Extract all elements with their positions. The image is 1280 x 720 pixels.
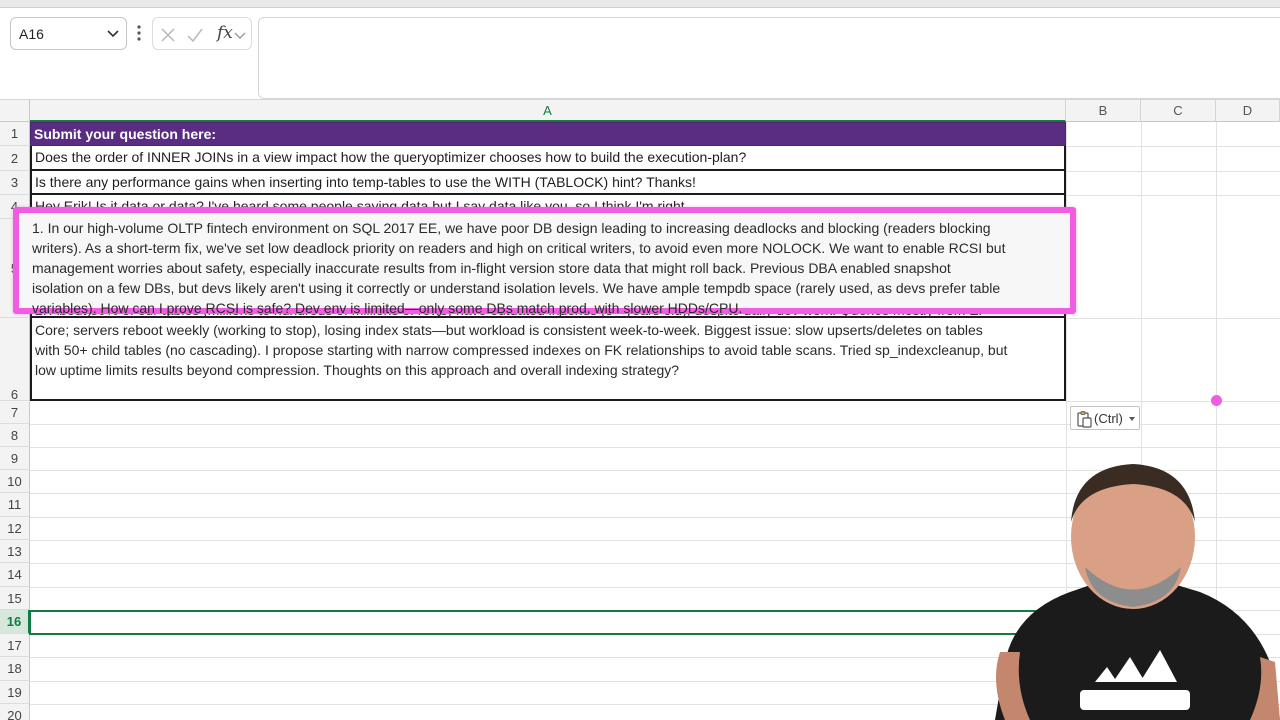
formula-actions: fx — [152, 17, 252, 50]
cell-a5-line: management worries about safety, especia… — [32, 260, 951, 276]
cell-a1[interactable]: Submit your question here: — [30, 122, 1066, 146]
row-header-6[interactable]: 6 — [0, 318, 30, 402]
row-header-8[interactable]: 8 — [0, 424, 30, 447]
row-header-19[interactable]: 19 — [0, 681, 30, 704]
more-options-icon[interactable] — [134, 22, 144, 44]
row-header-2[interactable]: 2 — [0, 146, 30, 171]
cell-a6-line: Core; servers reboot weekly (working to … — [35, 322, 983, 338]
chevron-down-icon[interactable] — [233, 28, 247, 42]
row-header-18[interactable]: 18 — [0, 657, 30, 681]
row-header-11[interactable]: 11 — [0, 493, 30, 517]
column-header-c[interactable]: C — [1141, 100, 1216, 122]
name-box-value: A16 — [19, 26, 44, 42]
row-header-14[interactable]: 14 — [0, 563, 30, 587]
clipboard-icon — [1077, 411, 1092, 428]
row-header-20[interactable]: 20 — [0, 704, 30, 720]
formula-area: A16 fx — [0, 8, 1280, 100]
check-icon[interactable] — [184, 24, 206, 46]
select-all-corner[interactable] — [0, 100, 30, 122]
row-header-12[interactable]: 12 — [0, 517, 30, 540]
cell-a3[interactable]: Is there any performance gains when inse… — [30, 171, 1066, 195]
selected-cell-a16[interactable] — [29, 610, 1039, 635]
chevron-down-icon — [1129, 417, 1135, 421]
formula-input[interactable] — [258, 17, 1280, 99]
cell-a2[interactable]: Does the order of INNER JOINs in a view … — [30, 146, 1066, 171]
name-box[interactable]: A16 — [10, 17, 127, 50]
row-header-10[interactable]: 10 — [0, 470, 30, 493]
column-header-d[interactable]: D — [1216, 100, 1280, 122]
column-header-b[interactable]: B — [1066, 100, 1141, 122]
highlighted-question-box: 1. In our high-volume OLTP fintech envir… — [13, 207, 1076, 316]
row-header-7[interactable]: 7 — [0, 401, 30, 424]
column-header-a[interactable]: A — [30, 100, 1066, 122]
cell-a5-line: isolation on a few DBs, but devs likely … — [32, 280, 1001, 296]
row-header-17[interactable]: 17 — [0, 634, 30, 657]
cell-a5-line: variables). How can I prove RCSI is safe… — [32, 300, 743, 316]
cell-a5-line: writers). As a short-term fix, we've set… — [32, 240, 1006, 256]
window-top-strip — [0, 0, 1280, 8]
row-header-15[interactable]: 15 — [0, 587, 30, 610]
chevron-down-icon[interactable] — [106, 26, 120, 40]
row-header-13[interactable]: 13 — [0, 540, 30, 563]
row-header-16[interactable]: 16 — [0, 610, 30, 634]
webcam-overlay — [995, 464, 1280, 720]
cursor-dot — [1211, 395, 1222, 406]
cell-a6-line: low uptime limits results beyond compres… — [35, 362, 680, 378]
row-header-9[interactable]: 9 — [0, 447, 30, 470]
cancel-icon[interactable] — [157, 24, 179, 46]
row-header-3[interactable]: 3 — [0, 171, 30, 195]
cell-a5-line: 1. In our high-volume OLTP fintech envir… — [32, 220, 991, 236]
paste-options-button[interactable]: (Ctrl) — [1070, 406, 1140, 430]
cell-a6-line: with 50+ child tables (no cascading). I … — [35, 342, 1008, 358]
paste-options-label: (Ctrl) — [1094, 411, 1123, 426]
insert-function-button[interactable]: fx — [217, 23, 233, 43]
row-header-1[interactable]: 1 — [0, 122, 30, 146]
